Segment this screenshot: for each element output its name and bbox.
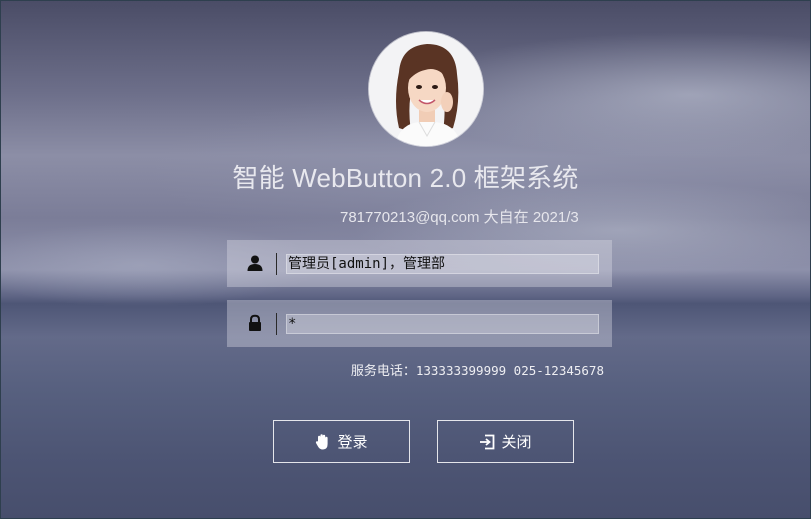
page-title: 智能 WebButton 2.0 框架系统 — [232, 163, 579, 193]
field-separator — [276, 313, 277, 335]
password-field: * — [227, 300, 612, 347]
author-subtitle: 781770213@qq.com 大自在 2021/3 — [340, 209, 579, 226]
user-icon — [246, 254, 264, 272]
close-button[interactable]: 关闭 — [437, 420, 574, 463]
username-input[interactable]: 管理员[admin]，管理部 — [286, 254, 599, 274]
avatar-portrait — [369, 32, 483, 146]
field-separator — [276, 253, 277, 275]
service-phone-numbers: 133333399999 025-12345678 — [415, 363, 604, 378]
service-phone: 服务电话：133333399999 025-12345678 — [0, 360, 604, 379]
close-button-label: 关闭 — [501, 433, 532, 451]
avatar — [369, 32, 483, 146]
hand-icon — [315, 433, 331, 451]
login-button-label: 登录 — [337, 433, 368, 451]
username-field: 管理员[admin]，管理部 — [227, 240, 612, 287]
exit-icon — [479, 434, 495, 450]
service-phone-label: 服务电话： — [350, 364, 416, 379]
password-input[interactable]: * — [286, 314, 599, 334]
login-button[interactable]: 登录 — [273, 420, 410, 463]
lock-icon — [246, 314, 264, 332]
